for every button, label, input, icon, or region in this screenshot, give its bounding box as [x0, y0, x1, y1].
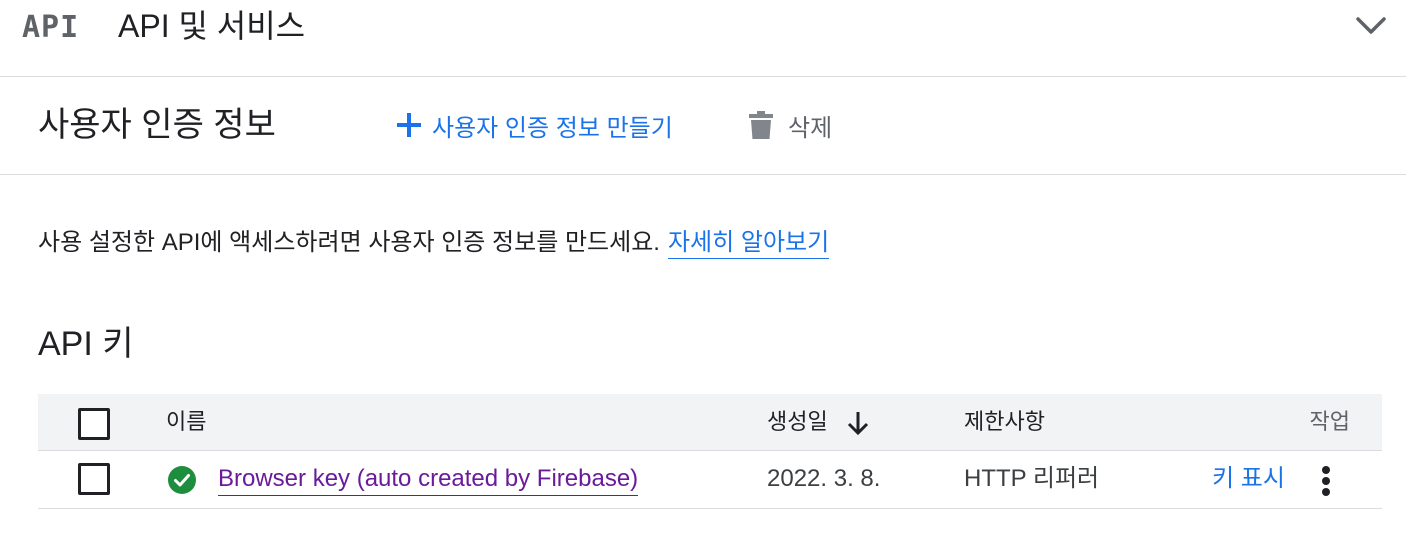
- api-key-restriction: HTTP 리퍼러: [964, 465, 1100, 492]
- api-keys-title: API 키: [38, 325, 134, 363]
- info-text: 사용 설정한 API에 액세스하려면 사용자 인증 정보를 만드세요. 자세히 알…: [38, 226, 830, 260]
- credentials-toolbar: 사용자 인증 정보 사용자 인증 정보 만들기 삭제: [0, 77, 1406, 175]
- chevron-down-icon[interactable]: [1354, 12, 1388, 38]
- more-vert-icon[interactable]: [1314, 461, 1338, 501]
- column-header-created[interactable]: 생성일: [767, 408, 870, 436]
- api-logo-icon: API: [22, 10, 80, 45]
- table-header: 이름 생성일 제한사항 작업: [38, 394, 1382, 451]
- check-circle-icon: [168, 466, 196, 494]
- delete-button[interactable]: 삭제: [748, 105, 832, 145]
- create-credentials-label: 사용자 인증 정보 만들기: [432, 114, 673, 142]
- select-all-checkbox[interactable]: [78, 408, 110, 440]
- column-header-name[interactable]: 이름: [166, 408, 206, 436]
- page-title: 사용자 인증 정보: [38, 106, 276, 144]
- api-keys-table: 이름 생성일 제한사항 작업 Browser key (auto created…: [38, 394, 1382, 509]
- top-header: API API 및 서비스: [0, 0, 1406, 77]
- info-description: 사용 설정한 API에 액세스하려면 사용자 인증 정보를 만드세요.: [38, 229, 660, 256]
- show-key-button[interactable]: 키 표시: [1212, 463, 1285, 495]
- column-header-actions: 작업: [1309, 409, 1350, 434]
- table-row: Browser key (auto created by Firebase) 2…: [38, 451, 1382, 509]
- column-header-created-label: 생성일: [767, 409, 828, 434]
- plus-icon: [397, 113, 421, 137]
- api-key-name-link[interactable]: Browser key (auto created by Firebase): [218, 463, 639, 496]
- api-key-created-date: 2022. 3. 8.: [767, 465, 881, 492]
- row-checkbox[interactable]: [78, 463, 110, 495]
- app-title: API 및 서비스: [118, 8, 306, 44]
- learn-more-link[interactable]: 자세히 알아보기: [667, 229, 830, 259]
- column-header-restrictions[interactable]: 제한사항: [964, 408, 1045, 436]
- arrow-down-icon: [847, 412, 868, 436]
- trash-icon: [749, 111, 773, 139]
- delete-label: 삭제: [788, 114, 833, 142]
- create-credentials-button[interactable]: 사용자 인증 정보 만들기: [396, 105, 673, 145]
